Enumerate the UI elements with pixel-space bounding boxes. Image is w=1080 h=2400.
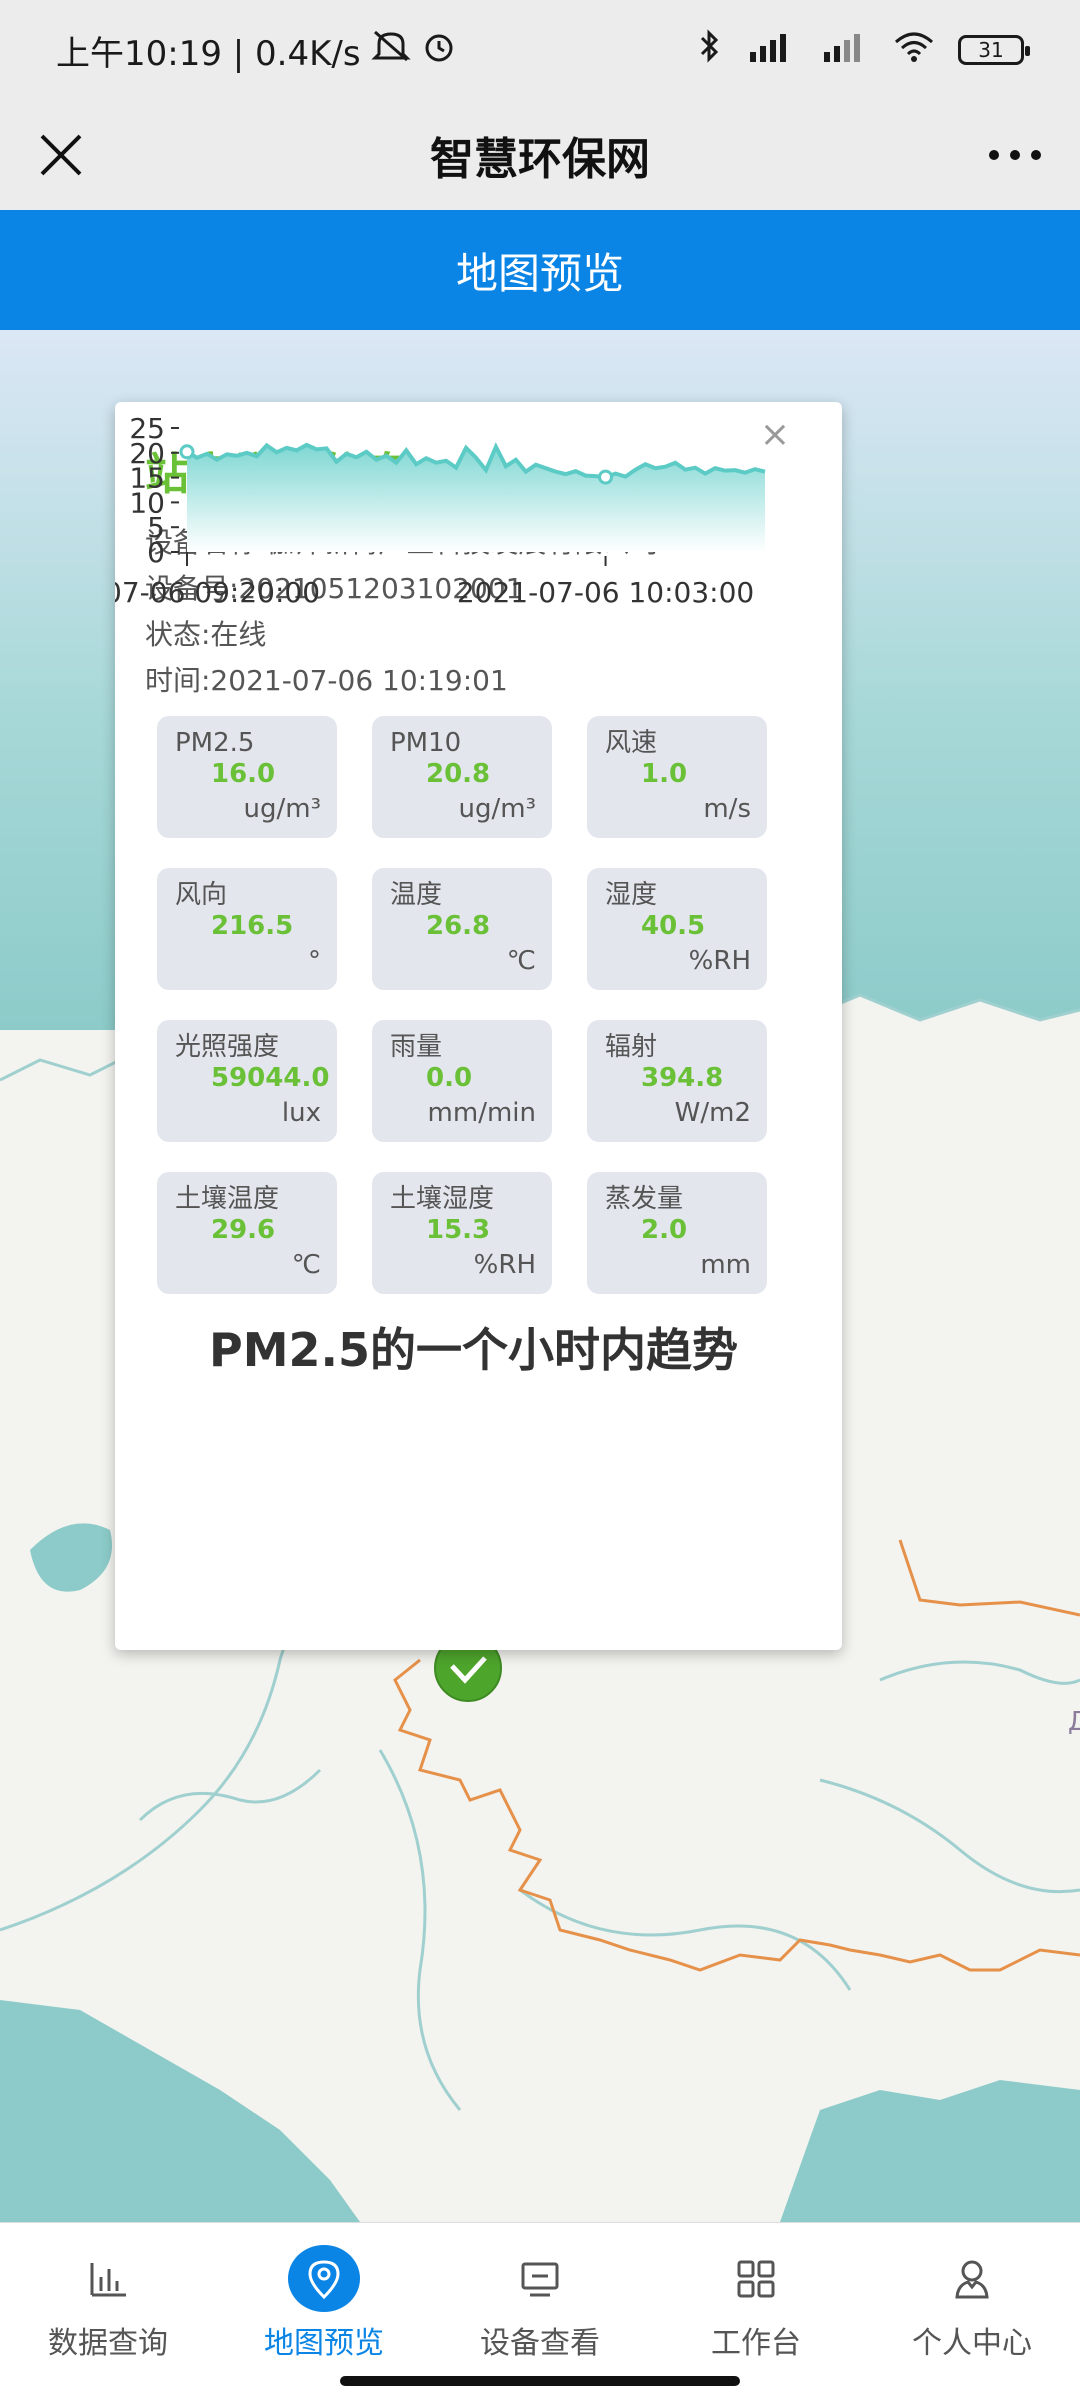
- metric-unit: ℃: [291, 1250, 321, 1280]
- metric-unit: °: [308, 946, 321, 976]
- metric-unit: mm: [700, 1250, 751, 1280]
- bar-chart-icon: [72, 2245, 144, 2312]
- pm25-trend-chart: 0510152025-07-06 09:20:00 2021-07-06 10:0…: [115, 412, 766, 609]
- metric-value: 394.8: [641, 1063, 724, 1093]
- nav-label: 地图预览: [264, 2326, 384, 2361]
- metric-label: 土壤湿度: [390, 1184, 495, 1214]
- metric-temperature: 温度 26.8 ℃: [372, 868, 552, 990]
- metric-label: 风速: [605, 728, 658, 758]
- nav-map-preview[interactable]: 地图预览: [216, 2223, 432, 2362]
- monitor-icon: [504, 2245, 576, 2312]
- bluetooth-icon: [698, 28, 722, 72]
- metric-wind-speed: 风速 1.0 m/s: [587, 716, 767, 838]
- metric-illuminance: 光照强度 59044.0 lux: [157, 1020, 337, 1142]
- section-header-title: 地图预览: [455, 248, 624, 298]
- metric-evaporation: 蒸发量 2.0 mm: [587, 1172, 767, 1294]
- metric-value: 216.5: [211, 911, 294, 941]
- metric-label: 光照强度: [175, 1032, 280, 1062]
- metric-label: 蒸发量: [605, 1184, 684, 1214]
- status-left: 上午10:19 | 0.4K/s: [56, 26, 457, 75]
- metric-value: 29.6: [211, 1215, 276, 1245]
- more-icon: [989, 150, 1041, 160]
- metric-wind-direction: 风向 216.5 °: [157, 868, 337, 990]
- metric-unit: W/m2: [674, 1098, 751, 1128]
- x-tick-label: 2021-07-06 10:03:00: [457, 576, 754, 609]
- y-tick-label: 25: [129, 412, 165, 445]
- metric-label: 雨量: [390, 1032, 443, 1062]
- metric-value: 26.8: [426, 911, 491, 941]
- section-header: 地图预览: [0, 210, 1080, 330]
- metric-label: PM10: [390, 728, 462, 758]
- metric-humidity: 湿度 40.5 %RH: [587, 868, 767, 990]
- metric-value: 0.0: [426, 1063, 473, 1093]
- close-button[interactable]: [30, 124, 92, 186]
- metrics-grid: PM2.5 16.0 ug/m³ PM10 20.8 ug/m³ 风速 1.0 m/s 风向…: [145, 716, 812, 1294]
- metric-unit: mm/min: [427, 1098, 536, 1128]
- metric-pm25: PM2.5 16.0 ug/m³: [157, 716, 337, 838]
- page-title: 智慧环保网: [430, 134, 650, 185]
- metric-soil-temperature: 土壤温度 29.6 ℃: [157, 1172, 337, 1294]
- metric-unit: m/s: [703, 794, 751, 824]
- nav-label: 数据查询: [48, 2326, 168, 2361]
- signal-icon: [744, 28, 796, 72]
- metric-rainfall: 雨量 0.0 mm/min: [372, 1020, 552, 1142]
- mute-icon: [370, 28, 411, 73]
- grid-icon: [720, 2245, 792, 2312]
- chart-title: PM2.5的一个小时内趋势: [209, 1323, 738, 1377]
- wifi-icon: [892, 28, 936, 72]
- nav-label: 工作台: [711, 2326, 801, 2361]
- nav-label: 设备查看: [480, 2326, 600, 2361]
- metric-unit: %RH: [473, 1250, 536, 1280]
- map-pin-icon: [288, 2245, 360, 2312]
- metric-unit: %RH: [688, 946, 751, 976]
- metric-value: 40.5: [641, 911, 706, 941]
- data-point: [598, 469, 614, 485]
- status-right: 31: [698, 28, 1030, 72]
- metric-radiation: 辐射 394.8 W/m2: [587, 1020, 767, 1142]
- metric-unit: ug/m³: [458, 794, 537, 824]
- metric-label: PM2.5: [175, 728, 255, 758]
- metric-label: 湿度: [605, 880, 658, 910]
- metric-label: 风向: [175, 880, 228, 910]
- metric-value: 59044.0: [211, 1063, 330, 1093]
- battery-icon: 31: [958, 35, 1030, 65]
- metric-label: 辐射: [605, 1032, 658, 1062]
- svg-text:Д: Д: [1068, 1707, 1080, 1737]
- station-detail-popup: × 站点详细信息 设备名称:伽师新梅产业科技发展有限公司 设备号:2021051…: [115, 402, 842, 1650]
- title-bar: 智慧环保网: [0, 100, 1080, 210]
- home-indicator: [0, 2362, 1080, 2400]
- metric-value: 15.3: [426, 1215, 491, 1245]
- status-bar: 上午10:19 | 0.4K/s 31: [0, 0, 1080, 100]
- metric-soil-humidity: 土壤湿度 15.3 %RH: [372, 1172, 552, 1294]
- nav-data-query[interactable]: 数据查询: [0, 2223, 216, 2362]
- metric-value: 16.0: [211, 759, 276, 789]
- nav-workbench[interactable]: 工作台: [648, 2223, 864, 2362]
- nav-label: 个人中心: [912, 2326, 1032, 2361]
- metric-label: 温度: [390, 880, 443, 910]
- metric-unit: lux: [281, 1098, 321, 1128]
- close-icon: [40, 134, 82, 176]
- metric-unit: ℃: [506, 946, 536, 976]
- metric-pm10: PM10 20.8 ug/m³: [372, 716, 552, 838]
- nav-device-view[interactable]: 设备查看: [432, 2223, 648, 2362]
- user-icon: [936, 2245, 1008, 2312]
- data-point: [179, 444, 195, 460]
- x-tick-label: -07-06 09:20:00: [115, 576, 320, 609]
- alarm-icon: [421, 28, 457, 73]
- nav-personal-center[interactable]: 个人中心: [864, 2223, 1080, 2362]
- bottom-nav: 数据查询 地图预览 设备查看 工作台 个人中心: [0, 2222, 1080, 2362]
- status-time: 上午10:19 | 0.4K/s: [56, 33, 361, 74]
- metric-value: 1.0: [641, 759, 688, 789]
- signal-icon-2: [818, 28, 870, 72]
- metric-label: 土壤温度: [175, 1184, 280, 1214]
- metric-value: 2.0: [641, 1215, 688, 1245]
- metric-value: 20.8: [426, 759, 491, 789]
- map-view[interactable]: Д × 站点详细信息 设备名称:伽师新梅产业科技发展有限公司 设备号:20210…: [0, 330, 1080, 2222]
- metric-unit: ug/m³: [243, 794, 322, 824]
- home-indicator-bar: [340, 2376, 740, 2386]
- more-button[interactable]: [980, 124, 1050, 186]
